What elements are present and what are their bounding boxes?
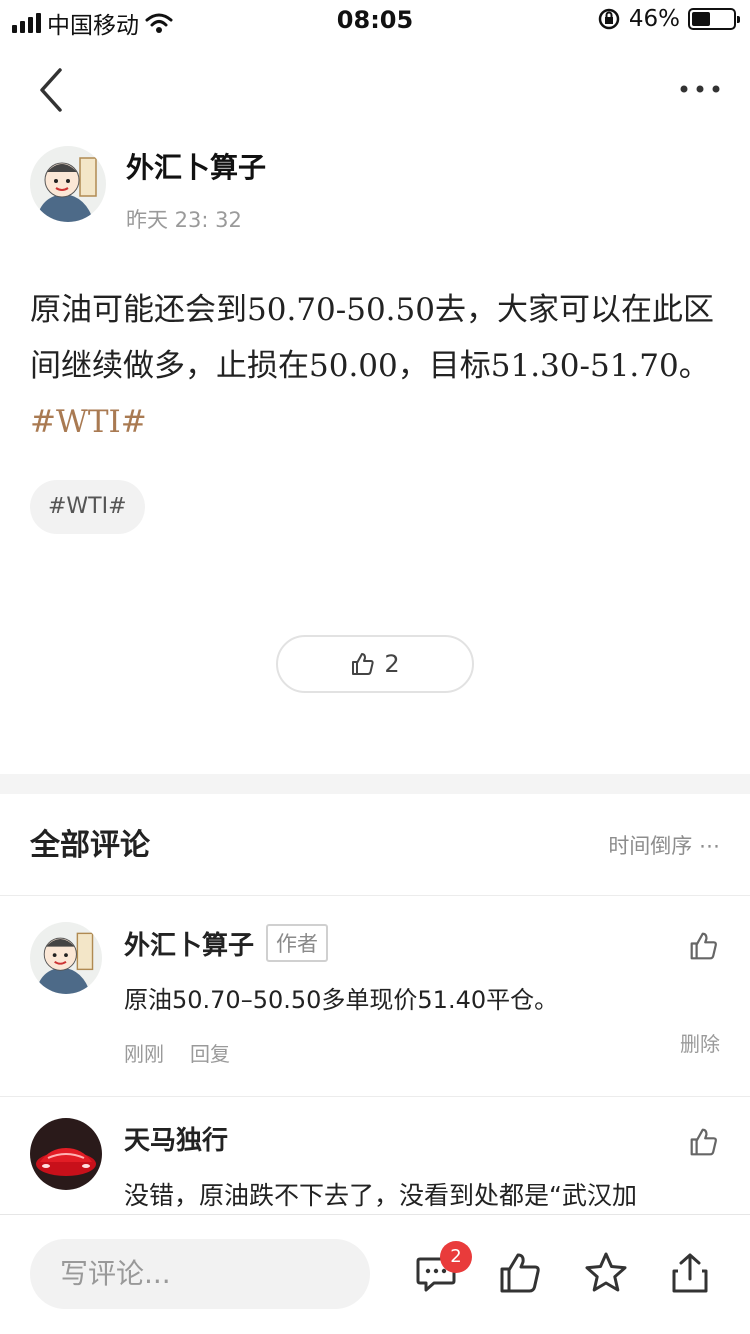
topic-link[interactable]: #WTI#: [30, 404, 147, 440]
commenter-name[interactable]: 外汇卜算子: [124, 925, 254, 962]
battery-icon: [688, 8, 740, 30]
comments-header: 全部评论 时间倒序 ⋯: [30, 820, 720, 870]
author-name[interactable]: 外汇卜算子: [126, 146, 266, 186]
comment-count-badge: 2: [440, 1241, 472, 1273]
share-icon[interactable]: [668, 1251, 712, 1295]
thumbs-up-icon[interactable]: [498, 1251, 542, 1295]
commenter-avatar[interactable]: [30, 922, 102, 994]
comment-like-button[interactable]: [688, 930, 720, 962]
author-badge: 作者: [266, 924, 329, 962]
more-button[interactable]: [678, 74, 722, 104]
sort-button[interactable]: 时间倒序 ⋯: [608, 830, 720, 860]
battery-percent: 46%: [628, 6, 680, 32]
reply-button[interactable]: 回复: [190, 1038, 230, 1067]
status-right: 46%: [597, 6, 740, 32]
comment-text: 原油50.70–50.50多单现价51.40平仓。: [124, 986, 559, 1014]
divider: [0, 895, 750, 896]
comment-meta: 刚刚 回复: [124, 1038, 230, 1067]
delete-button[interactable]: 删除: [680, 1028, 720, 1057]
status-bar: 中国移动 08:05 46%: [0, 0, 750, 40]
post-author: 外汇卜算子 昨天 23: 32: [30, 146, 266, 234]
section-divider: [0, 774, 750, 794]
thumbs-up-icon: [352, 653, 374, 675]
post-time: 昨天 23: 32: [126, 208, 242, 232]
divider: [0, 1096, 750, 1097]
commenter-name-row: 外汇卜算子 作者: [124, 924, 329, 962]
rotation-lock-icon: [598, 8, 620, 30]
back-button[interactable]: [28, 66, 72, 114]
like-button[interactable]: 2: [276, 635, 474, 693]
tag-chip[interactable]: #WTI#: [30, 480, 145, 534]
comment-input[interactable]: 写评论...: [30, 1239, 370, 1309]
comment-item: 外汇卜算子 作者 原油50.70–50.50多单现价51.40平仓。 刚刚 回复…: [30, 922, 720, 1082]
star-icon[interactable]: [584, 1251, 628, 1295]
comment-text: 没错，原油跌不下去了，没看到处都是“武汉加: [124, 1181, 637, 1210]
comment-item: 天马独行 没错，原油跌不下去了，没看到处都是“武汉加: [30, 1118, 720, 1214]
commenter-avatar[interactable]: [30, 1118, 102, 1190]
nav-bar: [0, 56, 750, 126]
commenter-name[interactable]: 天马独行: [124, 1120, 228, 1157]
commenter-name-row: 天马独行: [124, 1120, 228, 1157]
comment-time: 刚刚: [124, 1042, 164, 1066]
author-avatar[interactable]: [30, 146, 106, 222]
author-info: 外汇卜算子 昨天 23: 32: [126, 146, 266, 234]
bottom-bar: 写评论... 2: [0, 1214, 750, 1334]
post-body: 原油可能还会到50.70-50.50去，大家可以在此区间继续做多，止损在50.0…: [30, 282, 720, 450]
post-text: 原油可能还会到50.70-50.50去，大家可以在此区间继续做多，止损在50.0…: [30, 292, 714, 384]
like-count: 2: [384, 650, 400, 678]
comment-like-button[interactable]: [688, 1126, 720, 1158]
